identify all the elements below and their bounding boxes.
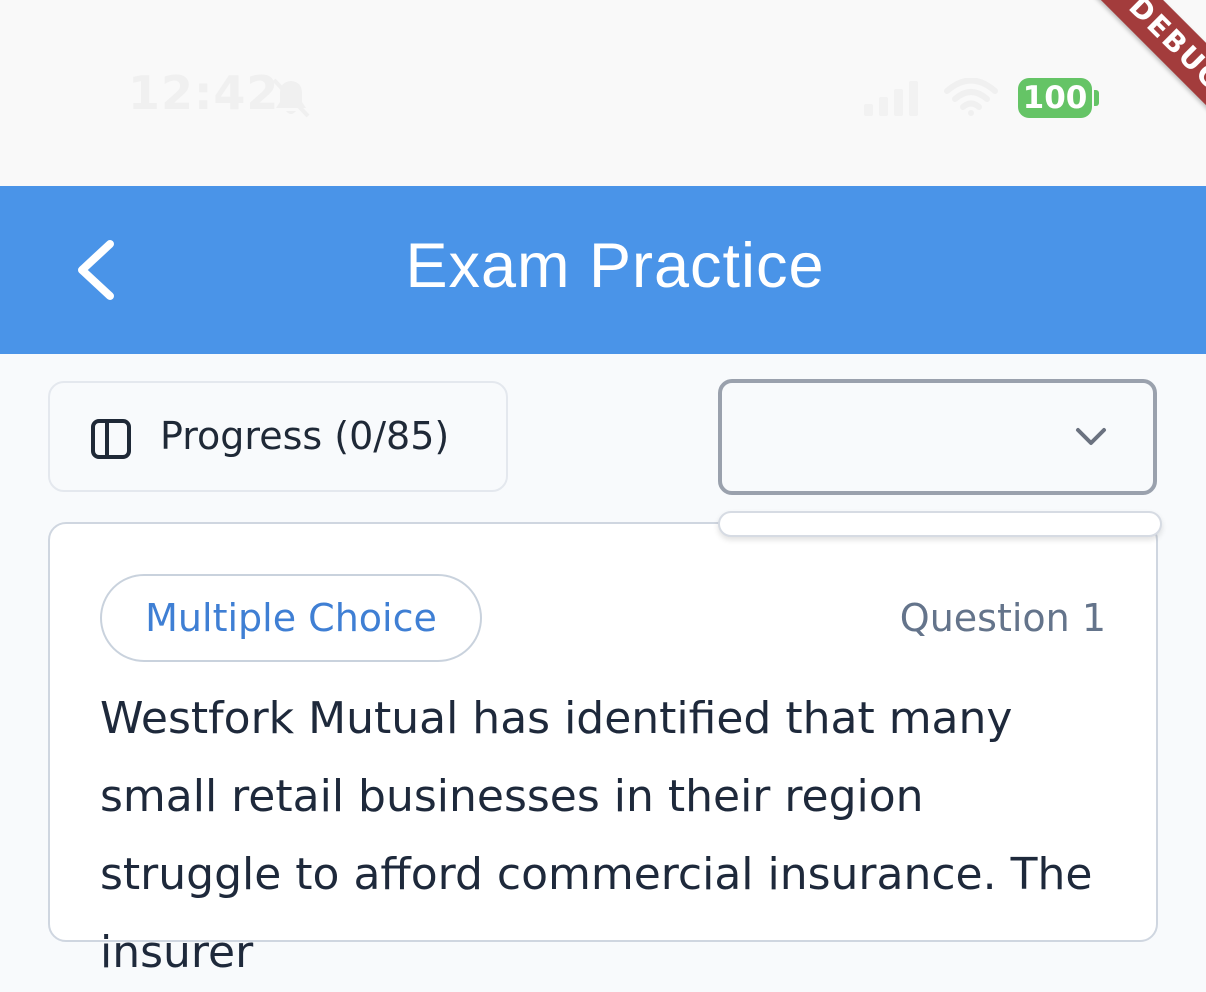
bell-slash-icon [268, 76, 314, 122]
question-type-badge: Multiple Choice [100, 574, 482, 662]
battery-tip [1094, 90, 1099, 106]
question-text: Westfork Mutual has identified that many… [100, 693, 1093, 978]
battery-indicator: 100 [1018, 78, 1092, 118]
progress-label: Progress (0/85) [160, 414, 450, 458]
chevron-down-icon[interactable] [1074, 426, 1108, 452]
dropdown-menu [718, 511, 1162, 537]
question-number: Question 1 [899, 596, 1106, 640]
wifi-icon [944, 77, 998, 120]
status-time: 12:42 [128, 66, 280, 120]
signal-icon [864, 80, 924, 120]
sidebar-panel-icon [90, 418, 132, 464]
page-title: Exam Practice [405, 231, 825, 301]
